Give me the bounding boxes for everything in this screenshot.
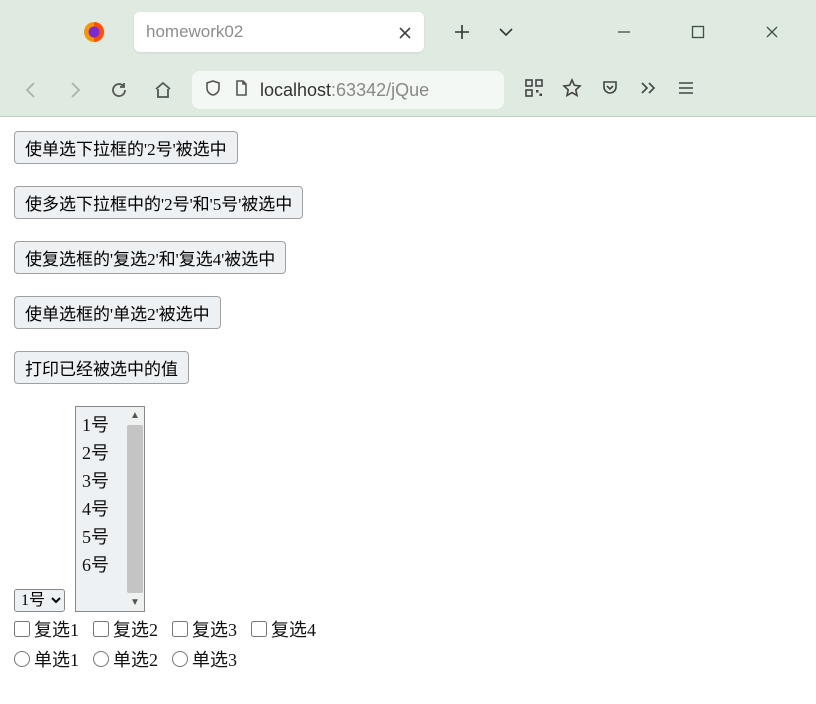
checkbox-input[interactable]	[93, 621, 109, 637]
checkbox-item[interactable]: 复选2	[93, 616, 158, 642]
checkbox-item[interactable]: 复选3	[172, 616, 237, 642]
save-pocket-icon[interactable]	[600, 78, 620, 103]
select-multi-2-5-button[interactable]: 使多选下拉框中的'2号'和'5号'被选中	[14, 186, 303, 219]
url-text: localhost:63342/jQue	[260, 80, 429, 101]
toolbar-right	[524, 78, 696, 103]
checkbox-input[interactable]	[172, 621, 188, 637]
radio-label: 单选2	[113, 646, 158, 672]
checkbox-label: 复选2	[113, 616, 158, 642]
close-icon[interactable]	[398, 25, 412, 39]
scroll-thumb[interactable]	[127, 425, 143, 593]
tab-bar-actions	[440, 10, 528, 54]
radio-input[interactable]	[14, 651, 30, 667]
check-2-4-button[interactable]: 使复选框的'复选2'和'复选4'被选中	[14, 241, 286, 274]
window-maximize-button[interactable]	[668, 10, 728, 54]
multi-option[interactable]: 2号	[82, 439, 120, 467]
checkbox-label: 复选3	[192, 616, 237, 642]
multi-select[interactable]: 1号 2号 3号 4号 5号 6号 ▲ ▼	[75, 406, 145, 612]
multi-select-scrollbar[interactable]: ▲ ▼	[126, 407, 144, 611]
tabs-dropdown-button[interactable]	[484, 10, 528, 54]
forward-button[interactable]	[60, 75, 90, 105]
scroll-up-icon[interactable]: ▲	[130, 407, 140, 424]
new-tab-button[interactable]	[440, 10, 484, 54]
browser-chrome: homework02 localhost:63342/jQue	[0, 0, 816, 117]
checkbox-item[interactable]: 复选4	[251, 616, 316, 642]
shield-icon	[204, 79, 222, 102]
select-controls-row: 1号 1号 2号 3号 4号 5号 6号 ▲ ▼	[14, 406, 802, 612]
qr-icon[interactable]	[524, 78, 544, 103]
checkbox-item[interactable]: 复选1	[14, 616, 79, 642]
reload-button[interactable]	[104, 75, 134, 105]
page-content: 使单选下拉框的'2号'被选中 使多选下拉框中的'2号'和'5号'被选中 使复选框…	[0, 117, 816, 686]
radio-2-button[interactable]: 使单选框的'单选2'被选中	[14, 296, 221, 329]
page-icon	[232, 79, 250, 102]
back-button[interactable]	[16, 75, 46, 105]
radio-item[interactable]: 单选1	[14, 646, 79, 672]
checkbox-label: 复选1	[34, 616, 79, 642]
firefox-logo-icon	[82, 20, 106, 44]
multi-option[interactable]: 5号	[82, 523, 120, 551]
bookmark-star-icon[interactable]	[562, 78, 582, 103]
tab-bar: homework02	[0, 0, 816, 64]
radio-label: 单选1	[34, 646, 79, 672]
multi-option[interactable]: 4号	[82, 495, 120, 523]
radio-item[interactable]: 单选2	[93, 646, 158, 672]
overflow-chevrons-icon[interactable]	[638, 78, 658, 103]
checkbox-input[interactable]	[14, 621, 30, 637]
multi-option[interactable]: 1号	[82, 411, 120, 439]
radio-row: 单选1 单选2 单选3	[14, 646, 802, 672]
browser-tab[interactable]: homework02	[134, 12, 424, 52]
window-close-button[interactable]	[742, 10, 802, 54]
checkbox-row: 复选1 复选2 复选3 复选4	[14, 616, 802, 642]
multi-select-list[interactable]: 1号 2号 3号 4号 5号 6号	[76, 407, 126, 611]
scroll-down-icon[interactable]: ▼	[130, 594, 140, 611]
print-selected-button[interactable]: 打印已经被选中的值	[14, 351, 189, 384]
tab-title: homework02	[146, 22, 388, 42]
checkbox-label: 复选4	[271, 616, 316, 642]
radio-input[interactable]	[172, 651, 188, 667]
radio-input[interactable]	[93, 651, 109, 667]
address-bar[interactable]: localhost:63342/jQue	[192, 71, 504, 109]
multi-option[interactable]: 3号	[82, 467, 120, 495]
home-button[interactable]	[148, 75, 178, 105]
radio-item[interactable]: 单选3	[172, 646, 237, 672]
navigation-toolbar: localhost:63342/jQue	[0, 64, 816, 116]
hamburger-menu-icon[interactable]	[676, 78, 696, 103]
window-minimize-button[interactable]	[594, 10, 654, 54]
single-select[interactable]: 1号	[14, 589, 65, 612]
select-single-2-button[interactable]: 使单选下拉框的'2号'被选中	[14, 131, 238, 164]
checkbox-input[interactable]	[251, 621, 267, 637]
radio-label: 单选3	[192, 646, 237, 672]
multi-option[interactable]: 6号	[82, 551, 120, 579]
